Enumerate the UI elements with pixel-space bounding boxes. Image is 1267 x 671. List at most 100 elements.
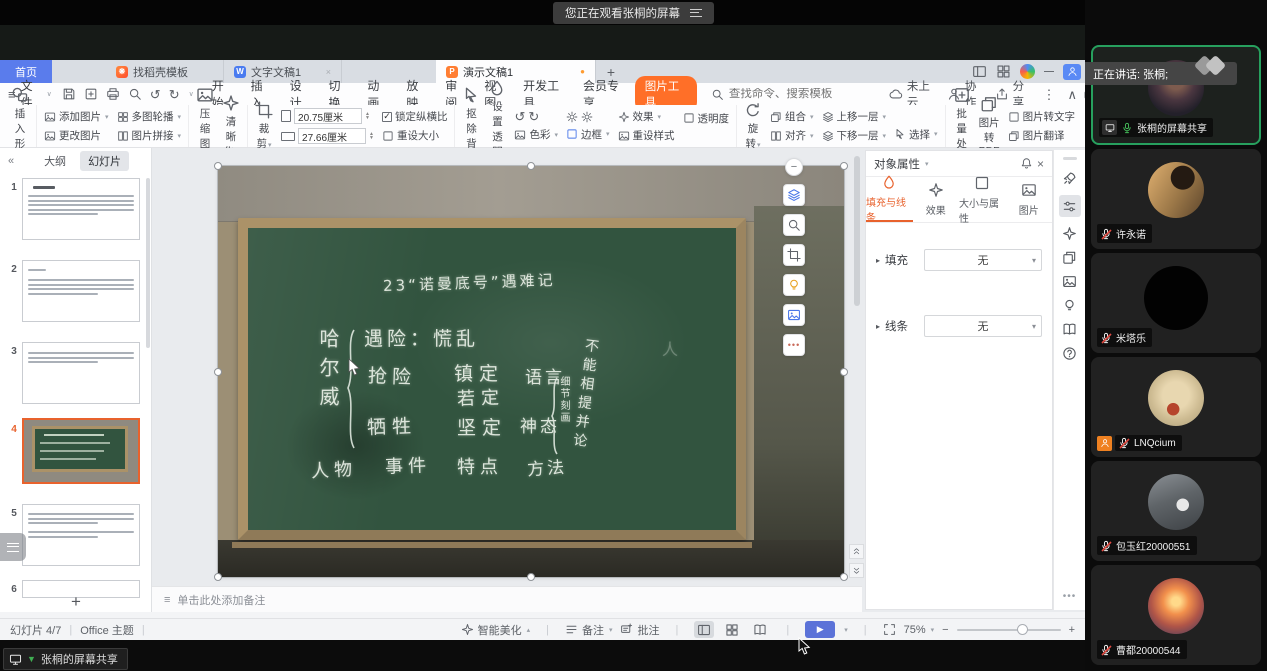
- drag-handle[interactable]: [1063, 157, 1077, 160]
- width-input[interactable]: [298, 128, 366, 144]
- crop-button-floating[interactable]: [783, 244, 805, 266]
- print-icon[interactable]: [106, 87, 120, 101]
- select-button[interactable]: 选择: [894, 127, 938, 142]
- zoom-slider[interactable]: [957, 629, 1061, 631]
- search-input[interactable]: [729, 88, 879, 100]
- undo-icon[interactable]: [150, 88, 161, 101]
- collapse-ribbon-icon[interactable]: [1068, 88, 1078, 101]
- blackboard-photo[interactable]: 23“诺曼底号”遇难记 哈尔威 遇险：慌乱 抢险 镇定 若定 牺牲 坚定 语言 …: [218, 166, 844, 577]
- tips-button[interactable]: [783, 274, 805, 296]
- copy-icon[interactable]: [1062, 250, 1077, 265]
- opacity-button[interactable]: 透明度: [683, 111, 730, 126]
- slide-canvas[interactable]: 23“诺曼底号”遇难记 哈尔威 遇险：慌乱 抢险 镇定 若定 牺牲 坚定 语言 …: [152, 148, 862, 586]
- more-tools-button[interactable]: •••: [783, 334, 805, 356]
- resize-handle[interactable]: [840, 573, 848, 581]
- export-icon[interactable]: [84, 87, 98, 101]
- smart-beautify-button[interactable]: 智能美化: [461, 622, 531, 638]
- tab-outline[interactable]: 大纲: [36, 151, 74, 171]
- save-icon[interactable]: [62, 87, 76, 101]
- tab-size-properties[interactable]: 大小与属性: [959, 177, 1006, 222]
- reset-style-button[interactable]: 重设样式: [618, 128, 675, 143]
- reading-view-button[interactable]: [750, 621, 770, 638]
- help-icon[interactable]: [1062, 346, 1077, 361]
- slide-thumbnail-2[interactable]: [22, 260, 140, 322]
- group-button[interactable]: 组合: [770, 109, 814, 124]
- tab-close-icon[interactable]: [326, 67, 331, 77]
- command-search[interactable]: [711, 88, 879, 101]
- border-button[interactable]: 边框: [566, 127, 610, 142]
- notes-bar[interactable]: 单击此处添加备注: [152, 586, 862, 612]
- tab-slides[interactable]: 幻灯片: [80, 151, 129, 171]
- collapse-panel-icon[interactable]: [8, 155, 14, 167]
- play-options-icon[interactable]: [844, 626, 848, 634]
- participant-tile-sharing[interactable]: 张桐的屏幕共享: [1091, 45, 1261, 145]
- participant-tile[interactable]: 曹都20000544: [1091, 565, 1261, 665]
- expand-icon[interactable]: [876, 256, 880, 265]
- participant-tile[interactable]: 包玉红20000551: [1091, 461, 1261, 561]
- zoom-knob[interactable]: [1017, 624, 1028, 635]
- tab-effect[interactable]: 效果: [913, 177, 960, 222]
- height-input[interactable]: [294, 108, 362, 124]
- brightness-icons[interactable]: [566, 111, 610, 123]
- collapse-toolbar-button[interactable]: [785, 158, 803, 176]
- add-picture-button[interactable]: 添加图片: [44, 109, 109, 124]
- zoom-level[interactable]: 75%: [904, 624, 935, 636]
- chevron-down-icon[interactable]: [925, 160, 929, 168]
- change-picture-button[interactable]: 更改图片: [44, 128, 109, 143]
- screen-share-taskbar-item[interactable]: ▼ 张桐的屏幕共享: [3, 648, 128, 670]
- resize-handle[interactable]: [840, 368, 848, 376]
- slide-thumbnail-5[interactable]: [22, 504, 140, 566]
- redo-icon[interactable]: [169, 88, 180, 101]
- normal-view-button[interactable]: [694, 621, 714, 638]
- notes-button[interactable]: 备注: [565, 622, 613, 638]
- next-slide-button[interactable]: [849, 563, 864, 578]
- tab-picture[interactable]: 图片: [1006, 177, 1053, 222]
- lock-ratio-checkbox[interactable]: 锁定纵横比: [382, 109, 448, 124]
- panel-scrollbar[interactable]: [146, 178, 150, 348]
- layers-button[interactable]: [783, 184, 805, 206]
- magic-icon[interactable]: [1062, 226, 1077, 241]
- line-select[interactable]: 无: [924, 315, 1042, 337]
- pin-bell-icon[interactable]: [1020, 157, 1033, 170]
- book-icon[interactable]: [1062, 322, 1077, 337]
- align-button[interactable]: 对齐: [770, 128, 814, 143]
- resize-handle[interactable]: [527, 573, 535, 581]
- picture-edit-icon[interactable]: [1062, 274, 1077, 289]
- resize-handle[interactable]: [840, 162, 848, 170]
- resize-handle[interactable]: [214, 368, 222, 376]
- play-slideshow-button[interactable]: [805, 621, 835, 638]
- fit-screen-icon[interactable]: [883, 623, 896, 636]
- expand-icon[interactable]: [876, 322, 880, 331]
- slide-thumbnail-4-selected[interactable]: [22, 418, 140, 484]
- resize-handle[interactable]: [527, 162, 535, 170]
- close-panel-icon[interactable]: [1037, 157, 1044, 171]
- width-field[interactable]: ▲▼: [281, 128, 374, 144]
- tab-docer[interactable]: ❋ 找稻壳模板: [106, 60, 224, 83]
- reset-size-button[interactable]: 重设大小: [382, 128, 448, 143]
- picture-to-doc-button[interactable]: [783, 304, 805, 326]
- lightbulb-icon[interactable]: [1062, 298, 1077, 313]
- fill-select[interactable]: 无: [924, 249, 1042, 271]
- canvas-scrollbar[interactable]: [854, 152, 860, 532]
- zoom-in-button[interactable]: [1069, 624, 1075, 636]
- collage-button[interactable]: 图片拼接: [117, 128, 182, 143]
- add-slide-button[interactable]: [0, 592, 152, 612]
- zoom-out-button[interactable]: [942, 624, 948, 636]
- preview-icon[interactable]: [128, 87, 142, 101]
- rotate-button[interactable]: 旋转: [744, 101, 762, 151]
- height-field[interactable]: ▲▼: [281, 108, 374, 124]
- banner-menu-icon[interactable]: [690, 9, 702, 17]
- comments-button[interactable]: 批注: [620, 622, 659, 638]
- floating-list-widget[interactable]: [0, 533, 26, 561]
- resize-handle[interactable]: [214, 573, 222, 581]
- color-button[interactable]: 色彩: [514, 127, 558, 142]
- resize-handle[interactable]: [214, 162, 222, 170]
- effect-button[interactable]: 效果: [618, 109, 675, 124]
- more-icon[interactable]: •••: [1063, 591, 1077, 602]
- sorter-view-button[interactable]: [722, 621, 742, 638]
- bring-forward-button[interactable]: 上移一层: [822, 109, 887, 124]
- participant-tile[interactable]: LNQcium: [1091, 357, 1261, 457]
- crop-button[interactable]: 裁剪: [255, 101, 273, 151]
- participant-tile[interactable]: 许永诺: [1091, 149, 1261, 249]
- rocket-icon[interactable]: [1062, 171, 1077, 186]
